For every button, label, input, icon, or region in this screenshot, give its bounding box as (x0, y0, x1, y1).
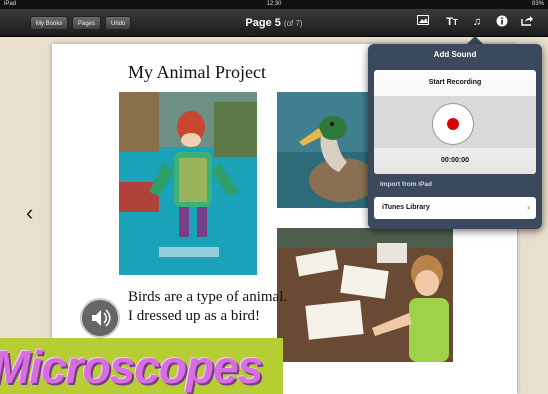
itunes-library-row[interactable]: iTunes Library › (374, 197, 536, 219)
recording-panel: Start Recording 00:00:00 (374, 70, 536, 174)
page-number: Page 5 (245, 17, 281, 29)
speaker-icon (92, 309, 111, 327)
toolbar: My Books Pages Undo Page 5 (of 7) TT ♫ (0, 9, 548, 37)
photo-bird-costume[interactable] (119, 92, 257, 275)
page-caption: Birds are a type of animal. I dressed up… (128, 289, 288, 324)
import-section-label: Import from iPad (380, 181, 433, 188)
play-sound-button[interactable] (80, 298, 120, 338)
banner-text: Microscopes (0, 341, 263, 393)
photo-duck[interactable] (277, 92, 369, 208)
itunes-library-label: iTunes Library (382, 204, 430, 211)
image-icon[interactable] (416, 15, 430, 29)
start-recording-label: Start Recording (428, 79, 482, 86)
page-title: Page 5 (of 7) (0, 17, 548, 29)
chevron-right-icon: › (527, 202, 530, 212)
record-icon (447, 118, 459, 130)
share-icon[interactable] (520, 15, 534, 29)
microscopes-banner: Microscopes (0, 338, 283, 394)
info-icon[interactable] (495, 15, 509, 29)
photo-girl-drawing[interactable] (277, 228, 453, 362)
recording-timer: 00:00:00 (440, 157, 470, 164)
status-bar: iPad 12:30 83% (0, 0, 548, 9)
previous-page-icon[interactable]: ‹ (26, 200, 33, 226)
record-button[interactable] (432, 103, 474, 145)
popover-title: Add Sound (433, 50, 477, 59)
battery-level: 83% (531, 1, 544, 7)
text-style-icon[interactable]: TT (445, 15, 459, 29)
popover-arrow (467, 36, 483, 44)
page-count: (of 7) (283, 19, 303, 28)
music-note-icon[interactable]: ♫ (470, 15, 484, 29)
project-title: My Animal Project (128, 62, 266, 82)
status-time: 12:30 (266, 1, 282, 7)
add-sound-popover: Add Sound Start Recording 00:00:00 Impor… (368, 44, 542, 229)
